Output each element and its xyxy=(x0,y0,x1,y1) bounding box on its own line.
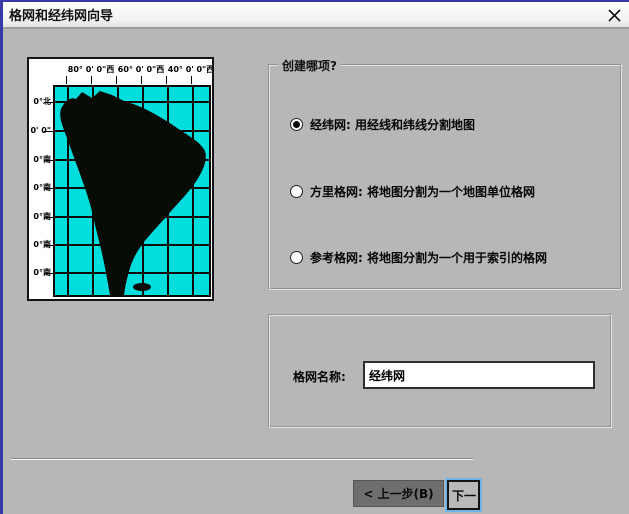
separator-line xyxy=(11,458,473,460)
next-button[interactable]: 下一 xyxy=(447,480,480,510)
map-top-label: 60° 0' 0"西 xyxy=(118,64,164,75)
tick-mark xyxy=(116,76,117,84)
grid-name-label: 格网名称: xyxy=(293,368,346,385)
tick-mark xyxy=(191,76,192,84)
back-button[interactable]: < 上一步(B) xyxy=(353,480,444,507)
dialog-window: 格网和经纬网向导 80° 0' 0"西 60° 0' 0"西 40° 0' 0"… xyxy=(0,0,629,514)
tick-mark xyxy=(44,273,53,274)
map-canvas xyxy=(53,85,211,297)
radio-option-measured-grid[interactable]: 方里格网: 将地图分割为一个地图单位格网 xyxy=(290,183,535,200)
window-title: 格网和经纬网向导 xyxy=(9,5,113,24)
tick-mark xyxy=(44,188,53,189)
radio-label-reference-grid: 参考格网: 将地图分割为一个用于索引的格网 xyxy=(310,249,547,266)
map-preview-panel: 80° 0' 0"西 60° 0' 0"西 40° 0' 0"西 0°北 0' … xyxy=(27,57,214,301)
create-which-title: 创建哪项? xyxy=(278,57,341,74)
tick-mark xyxy=(44,102,53,103)
radio-button-measured-grid[interactable] xyxy=(290,185,303,198)
tick-mark xyxy=(44,245,53,246)
grid-name-input[interactable] xyxy=(363,361,595,389)
tick-mark xyxy=(66,76,67,84)
radio-button-graticule[interactable] xyxy=(290,118,303,131)
radio-option-graticule[interactable]: 经纬网: 用经线和纬线分割地图 xyxy=(290,116,475,133)
title-bar: 格网和经纬网向导 xyxy=(3,2,629,29)
tick-mark xyxy=(44,160,53,161)
map-top-label: 80° 0' 0"西 xyxy=(68,64,114,75)
grid-name-group: 格网名称: xyxy=(268,314,612,428)
radio-label-measured-grid: 方里格网: 将地图分割为一个地图单位格网 xyxy=(310,183,535,200)
radio-label-graticule: 经纬网: 用经线和纬线分割地图 xyxy=(310,116,475,133)
map-graticule xyxy=(55,87,209,295)
tick-mark xyxy=(141,76,142,84)
create-which-group: 创建哪项? 经纬网: 用经线和纬线分割地图 方里格网: 将地图分割为一个地图单位… xyxy=(268,64,622,290)
tick-mark xyxy=(44,217,53,218)
tick-mark xyxy=(44,131,53,132)
radio-button-reference-grid[interactable] xyxy=(290,251,303,264)
south-america-silhouette xyxy=(60,91,206,295)
tick-mark xyxy=(91,76,92,84)
island-silhouette xyxy=(133,283,151,291)
map-top-label: 40° 0' 0"西 xyxy=(168,64,214,75)
radio-option-reference-grid[interactable]: 参考格网: 将地图分割为一个用于索引的格网 xyxy=(290,249,547,266)
next-button-focus-ring: 下一 xyxy=(445,478,482,512)
close-icon xyxy=(608,9,621,22)
close-button[interactable] xyxy=(605,6,623,24)
tick-mark xyxy=(166,76,167,84)
